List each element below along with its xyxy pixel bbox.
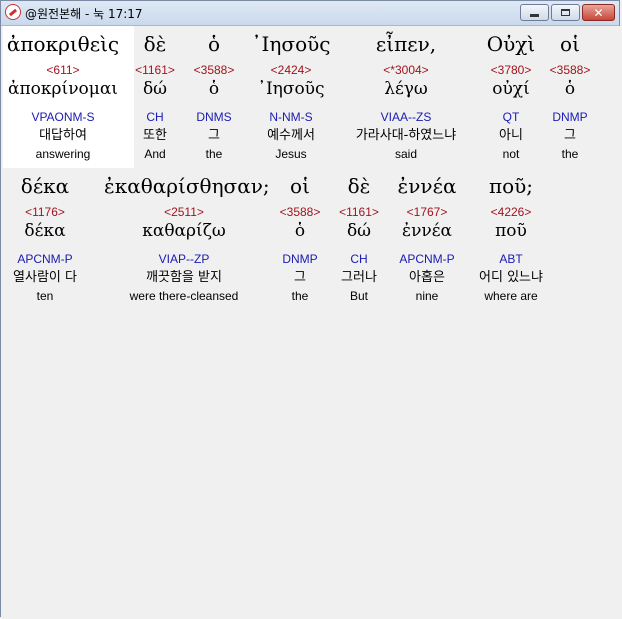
word-parse: ABT xyxy=(499,252,523,266)
minimize-icon xyxy=(530,14,539,17)
word-korean: 그 xyxy=(564,128,576,143)
interlinear-view: ἀποκριθεὶς <611> ἀποκρίνομαι VPAONM-S 대답하여 an… xyxy=(1,26,621,617)
app-window: @원전본해 - 눅 17:17 ✕ ἀποκριθεὶς <611> ἀποκρίν… xyxy=(0,0,621,617)
close-icon: ✕ xyxy=(593,5,604,20)
word-greek: ποῦ; xyxy=(488,174,534,198)
word-english: the xyxy=(561,147,579,161)
word-greek: οἱ xyxy=(560,32,580,56)
maximize-button[interactable] xyxy=(551,4,580,21)
word-lemma: ποῦ xyxy=(495,221,527,241)
word-strong[interactable]: <3588> xyxy=(490,62,622,78)
maximize-icon xyxy=(561,9,570,16)
word-parse: DNMP xyxy=(552,110,588,124)
close-button[interactable]: ✕ xyxy=(582,4,615,21)
word-english: where are xyxy=(484,289,538,303)
word-strong[interactable]: <4226> xyxy=(431,204,591,220)
app-logo-icon xyxy=(5,4,21,20)
window-title: @원전본해 - 눅 17:17 xyxy=(25,7,143,21)
word-korean: 어디 있느냐 xyxy=(479,270,543,285)
title-bar[interactable]: @원전본해 - 눅 17:17 ✕ xyxy=(1,1,619,26)
minimize-button[interactable] xyxy=(520,4,549,21)
word-lemma: ὁ xyxy=(564,79,576,99)
